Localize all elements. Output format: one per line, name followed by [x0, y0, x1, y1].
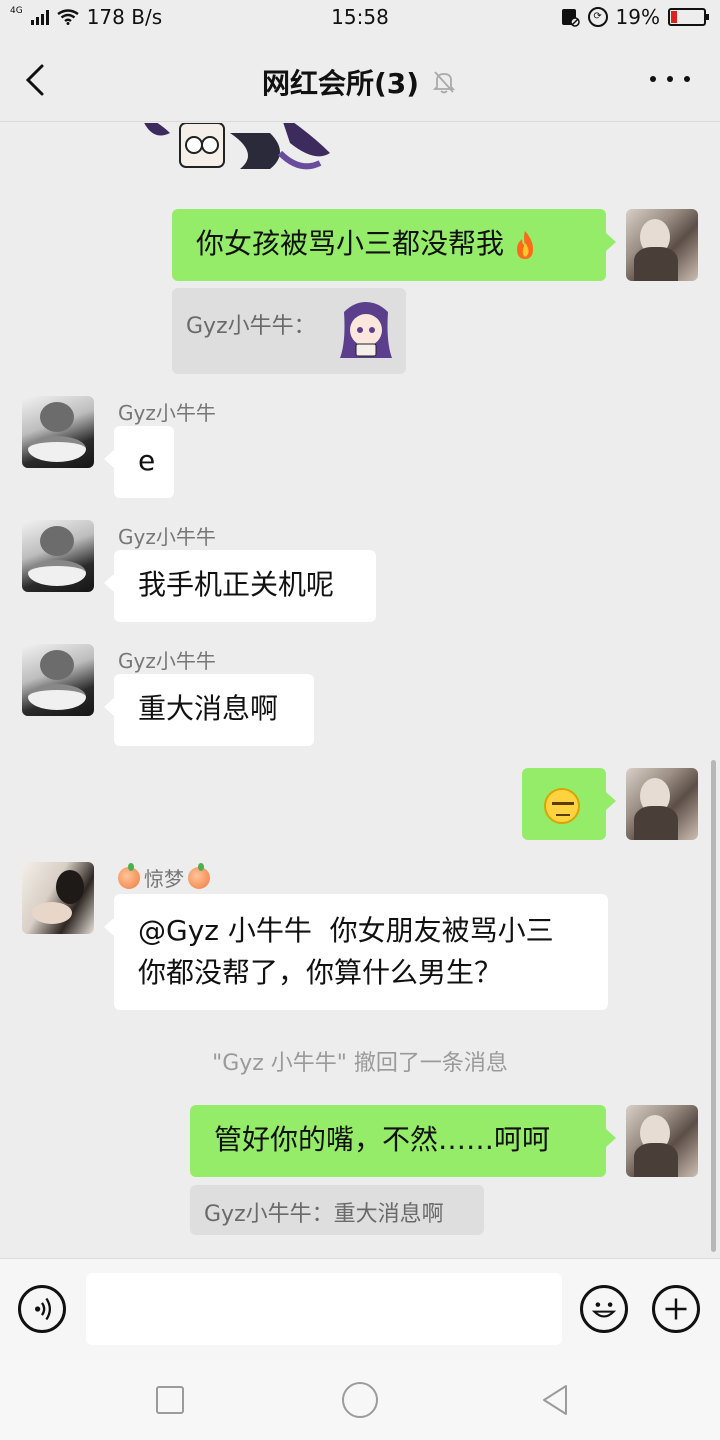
message-input[interactable] [86, 1273, 562, 1345]
voice-icon[interactable] [18, 1285, 66, 1333]
input-bar [0, 1258, 720, 1360]
message-bubble[interactable]: 重大消息啊 [104, 674, 314, 746]
unamused-face-icon [544, 788, 580, 824]
quote-text: Gyz小牛牛：重大消息啊 [204, 1202, 444, 1227]
scrollbar[interactable] [711, 760, 716, 1252]
message-bubble[interactable]: 管好你的嘴，不然……呵呵 [190, 1105, 616, 1177]
jingmeng-avatar[interactable] [22, 862, 94, 934]
message-bubble[interactable]: @Gyz 小牛牛 你女朋友被骂小三 你都没帮了，你算什么男生？ [104, 894, 608, 1010]
my-avatar[interactable] [626, 1105, 698, 1177]
status-bar: 4G 178 B/s 15:58 ⟳ 19% [0, 0, 720, 36]
sender-name-text: 惊梦 [144, 867, 184, 891]
sticker-thumbnail [340, 302, 392, 358]
system-recall-notice: "Gyz 小牛牛" 撤回了一条消息 [212, 1051, 508, 1076]
gyz-avatar[interactable] [22, 644, 94, 716]
fire-icon [516, 231, 533, 259]
peach-icon [118, 862, 140, 889]
bell-muted-icon [432, 71, 456, 94]
battery-percent: 19% [615, 5, 660, 29]
message-text: 你女孩被骂小三都没帮我 [196, 227, 505, 260]
system-nav-bar [0, 1360, 720, 1440]
recents-square-icon[interactable] [156, 1386, 184, 1414]
no-sim-icon [561, 9, 580, 27]
quote-text: Gyz小牛牛： [186, 314, 316, 339]
chat-area[interactable]: 你女孩被骂小三都没帮我 Gyz小牛牛： Gyz小牛牛 e Gyz小牛牛 我手机正… [0, 123, 720, 1258]
sender-name: Gyz小牛牛 [118, 649, 216, 673]
message-text: 管好你的嘴，不然……呵呵 [214, 1123, 551, 1156]
message-text: e [138, 444, 156, 477]
back-chevron-icon[interactable] [20, 60, 50, 100]
message-bubble[interactable]: 你女孩被骂小三都没帮我 [172, 209, 616, 281]
quoted-message[interactable]: Gyz小牛牛：重大消息啊 [190, 1185, 484, 1235]
sticker-image[interactable] [130, 123, 340, 183]
battery-fill [671, 11, 677, 23]
battery-icon [668, 8, 709, 26]
plus-icon[interactable] [652, 1285, 700, 1333]
my-avatar[interactable] [626, 768, 698, 840]
quoted-message[interactable]: Gyz小牛牛： [172, 288, 406, 374]
sender-name: Gyz小牛牛 [118, 525, 216, 549]
gyz-avatar[interactable] [22, 396, 94, 468]
back-triangle-icon[interactable] [538, 1382, 572, 1418]
title-wrap: 网红会所(3) [262, 62, 457, 102]
message-bubble[interactable] [522, 768, 616, 840]
message-text-line: @Gyz 小牛牛 你女朋友被骂小三 [138, 914, 554, 947]
more-dots-icon[interactable] [650, 72, 690, 86]
status-right: ⟳ 19% [560, 5, 709, 29]
peach-icon [188, 862, 210, 889]
message-text: 重大消息啊 [138, 692, 279, 725]
gyz-avatar[interactable] [22, 520, 94, 592]
sender-name: Gyz小牛牛 [118, 401, 216, 425]
message-text-line: 你都没帮了，你算什么男生？ [138, 956, 503, 989]
emoji-icon[interactable] [580, 1285, 628, 1333]
message-text: 我手机正关机呢 [138, 568, 335, 601]
message-bubble[interactable]: e [104, 426, 174, 498]
rotation-lock-icon: ⟳ [587, 7, 608, 27]
my-avatar[interactable] [626, 209, 698, 281]
sender-name: 惊梦 [118, 862, 210, 892]
message-bubble[interactable]: 我手机正关机呢 [104, 550, 376, 622]
title-bar: 网红会所(3) [0, 36, 720, 122]
home-circle-icon[interactable] [342, 1382, 378, 1418]
chat-title: 网红会所(3) [262, 67, 420, 100]
